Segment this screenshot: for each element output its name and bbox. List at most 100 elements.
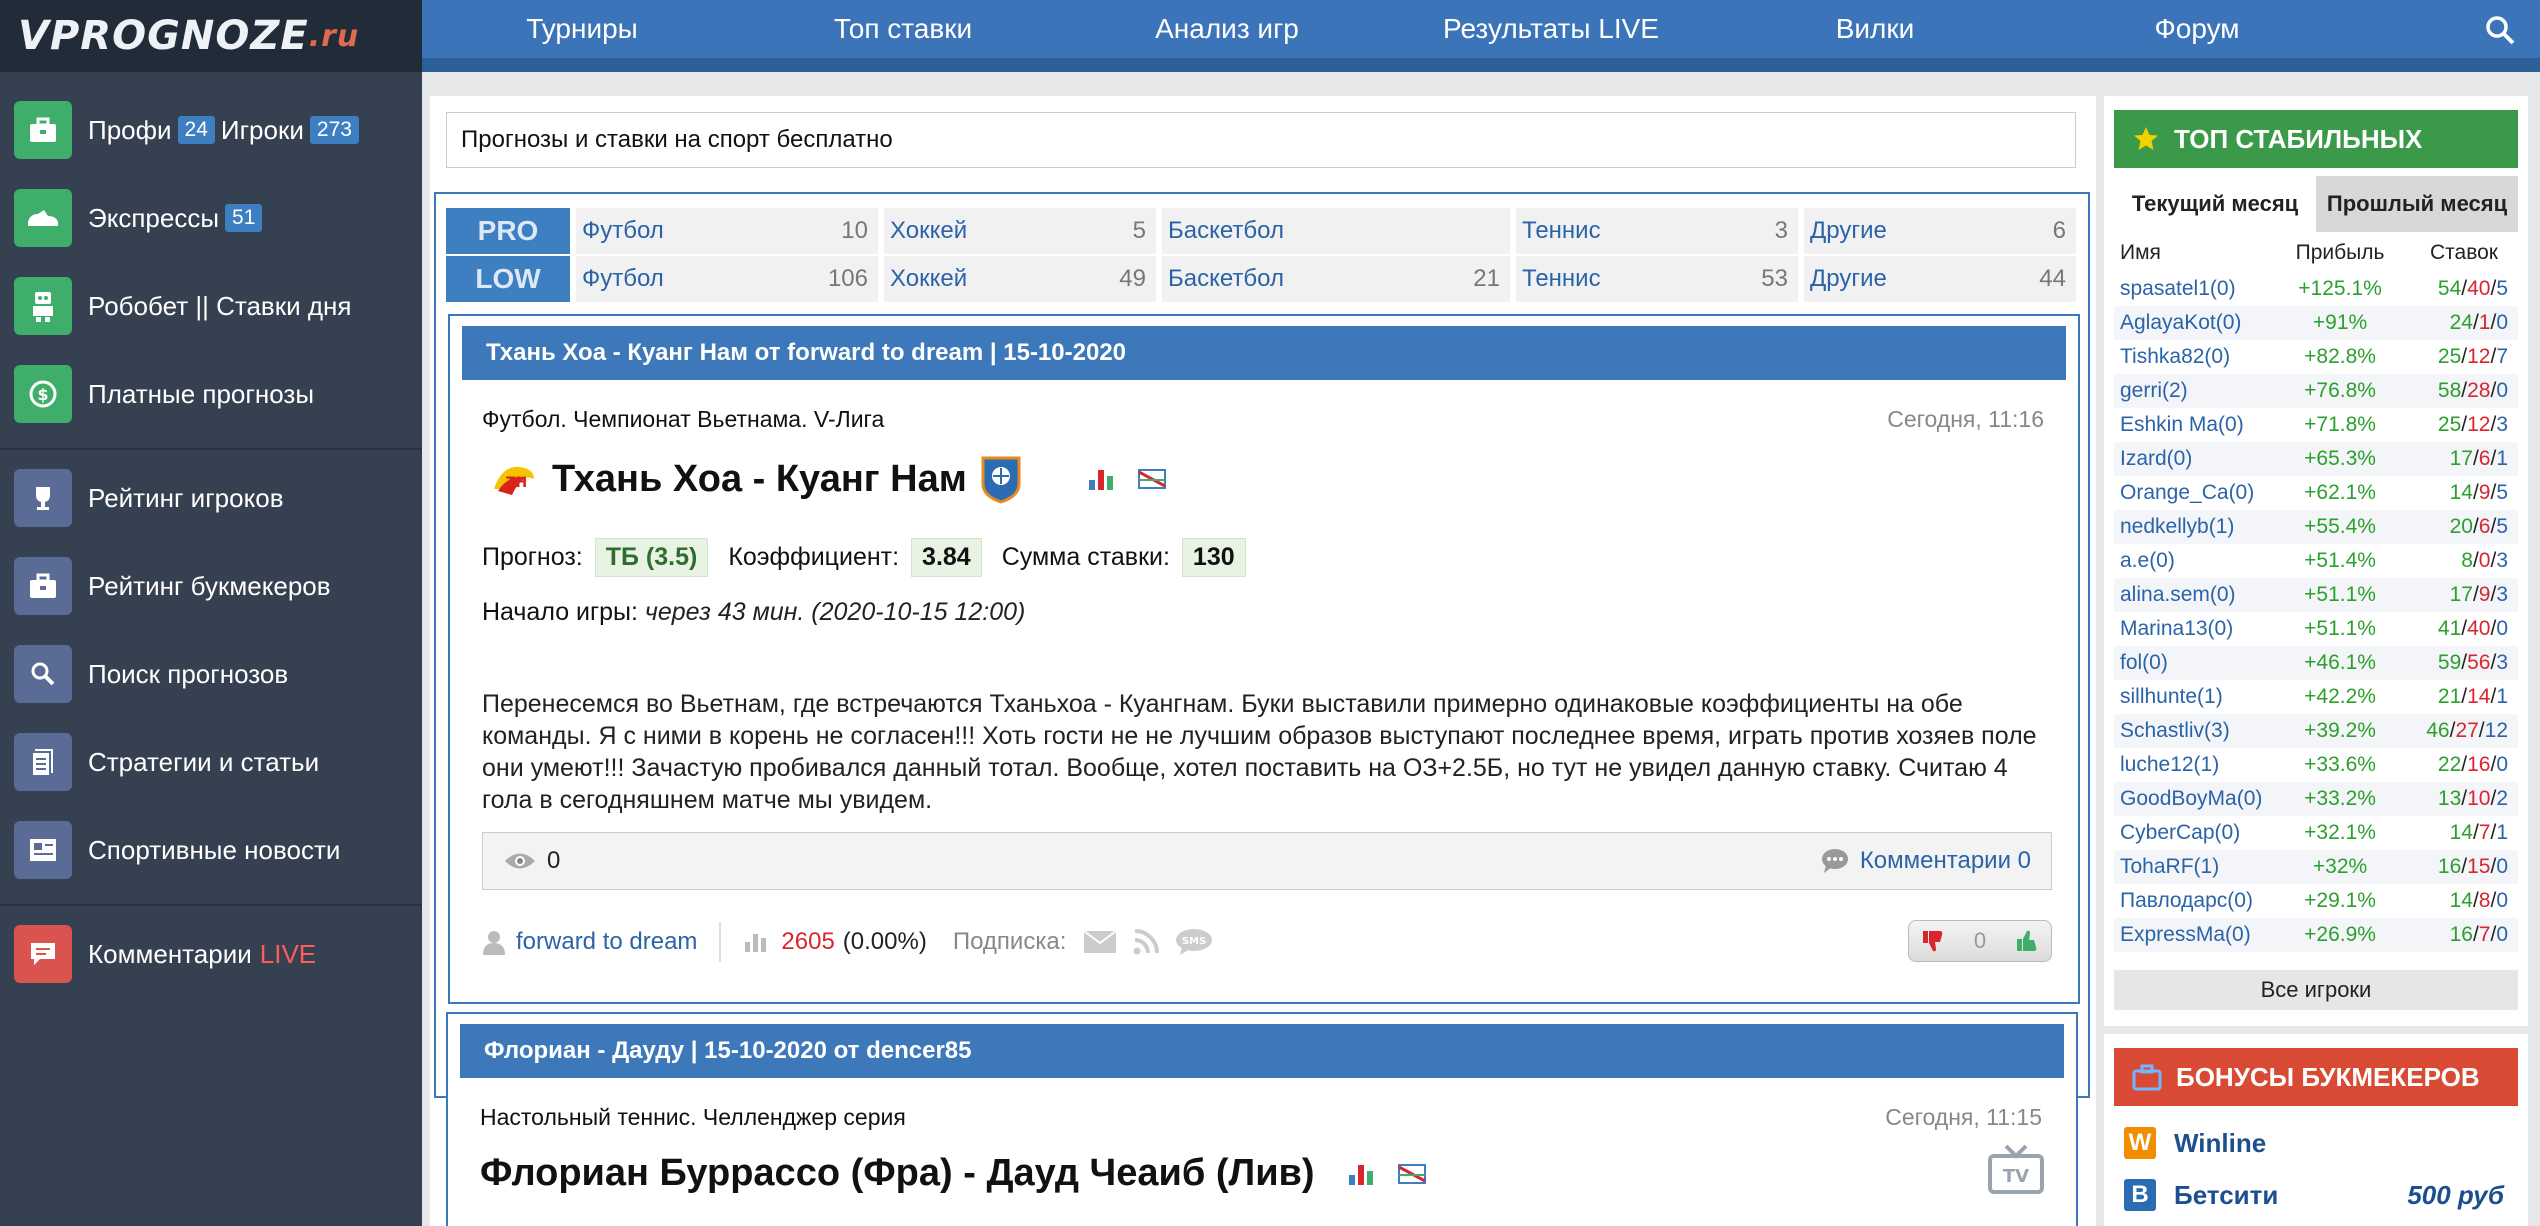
player-bets: 22/16/0 (2437, 753, 2508, 776)
player-name[interactable]: luche12(1) (2114, 748, 2282, 782)
nav-top-bets[interactable]: Топ ставки (742, 13, 1064, 45)
bets-returned: 3 (2496, 549, 2508, 572)
table-row: alina.sem(0) +51.1% 17/9/3 (2114, 578, 2518, 612)
category-cell[interactable]: Другие 44 (1804, 256, 2076, 302)
nav-forks[interactable]: Вилки (1712, 13, 2038, 45)
sidebar-item-search[interactable]: Поиск прогнозов (0, 630, 422, 718)
sidebar-item-bookmaker-rating[interactable]: Рейтинг букмекеров (0, 542, 422, 630)
player-name[interactable]: Marina13(0) (2114, 612, 2282, 646)
category-cell[interactable]: Баскетбол 21 (1162, 256, 1510, 302)
nav-tournaments[interactable]: Турниры (422, 13, 742, 45)
prediction-title[interactable]: Флориан Буррассо (Фра) - Дауд Чеаиб (Лив… (480, 1152, 1427, 1195)
player-name[interactable]: nedkellyb(1) (2114, 510, 2282, 544)
category-label-pro[interactable]: PRO (446, 208, 570, 254)
category-count: 49 (1119, 265, 1146, 292)
sidebar-item-player-rating[interactable]: Рейтинг игроков (0, 454, 422, 542)
player-name[interactable]: alina.sem(0) (2114, 578, 2282, 612)
sidebar-item-express[interactable]: Экспрессы 51 (0, 174, 422, 262)
bets-lost: 40 (2467, 277, 2491, 300)
table-row: Schastliv(3) +39.2% 46/27/12 (2114, 714, 2518, 748)
player-name[interactable]: spasatel1(0) (2114, 272, 2282, 306)
player-name[interactable]: gerri(2) (2114, 374, 2282, 408)
tab-past-month[interactable]: Прошлый месяц (2316, 176, 2518, 232)
site-logo[interactable]: VPROGNOZE .ru (0, 0, 422, 72)
category-cell[interactable]: Хоккей 49 (884, 256, 1156, 302)
nav-live-results[interactable]: Результаты LIVE (1390, 13, 1712, 45)
bets-won: 22 (2437, 753, 2462, 776)
sidebar-item-profi[interactable]: Профи 24 Игроки 273 (0, 86, 422, 174)
bets-won: 54 (2437, 277, 2462, 300)
category-cell[interactable]: Другие 6 (1804, 208, 2076, 254)
player-name[interactable]: Eshkin Ma(0) (2114, 408, 2282, 442)
sidebar-item-paid[interactable]: $ Платные прогнозы (0, 350, 422, 438)
forecast-label: Прогноз: (482, 543, 583, 571)
category-name: Футбол (582, 265, 664, 292)
player-name[interactable]: sillhunte(1) (2114, 680, 2282, 714)
stake-label: Сумма ставки: (1001, 543, 1170, 571)
player-name[interactable]: Orange_Ca(0) (2114, 476, 2282, 510)
tv-icon[interactable]: TV (1986, 1144, 2046, 1196)
category-cell[interactable]: Хоккей 5 (884, 208, 1156, 254)
player-bets: 25/12/7 (2437, 345, 2508, 368)
player-name[interactable]: Izard(0) (2114, 442, 2282, 476)
all-players-button[interactable]: Все игроки (2114, 970, 2518, 1010)
bar-chart-icon[interactable] (1347, 1161, 1377, 1187)
category-cell[interactable]: Теннис 53 (1516, 256, 1798, 302)
table-row: TohaRF(1) +32% 16/15/0 (2114, 850, 2518, 884)
star-icon (2134, 127, 2158, 150)
sidebar-item-strategies[interactable]: Стратегии и статьи (0, 718, 422, 806)
sidebar-item-label: Платные прогнозы (88, 378, 315, 409)
nav-forum[interactable]: Форум (2038, 13, 2356, 45)
prediction-header[interactable]: Флориан - Дауду | 15-10-2020 от dencer85 (460, 1024, 2064, 1078)
player-name[interactable]: a.e(0) (2114, 544, 2282, 578)
category-cell[interactable]: Футбол 10 (576, 208, 878, 254)
prediction-header[interactable]: Тхань Хоа - Куанг Нам от forward to drea… (462, 326, 2066, 380)
views-count: 0 (547, 847, 561, 874)
category-cell[interactable]: Теннис 3 (1516, 208, 1798, 254)
bets-lost: 7 (2478, 821, 2491, 844)
sidebar-item-robobet[interactable]: Робобет || Ставки дня (0, 262, 422, 350)
sidebar-item-comments-live[interactable]: Комментарии LIVE (0, 910, 422, 998)
bets-won: 25 (2437, 413, 2462, 436)
player-name[interactable]: ExpressMa(0) (2114, 918, 2282, 952)
player-name[interactable]: Tishka82(0) (2114, 340, 2282, 374)
category-label-low[interactable]: LOW (446, 256, 570, 302)
player-name[interactable]: fol(0) (2114, 646, 2282, 680)
bonus-item-winline[interactable]: W Winline (2124, 1118, 2514, 1168)
nav-game-analysis[interactable]: Анализ игр (1064, 13, 1390, 45)
player-name[interactable]: CyberCap(0) (2114, 816, 2282, 850)
bets-lost: 27 (2455, 719, 2479, 742)
author-link[interactable]: forward to dream (516, 928, 697, 956)
bonus-item-betsiti[interactable]: B Бетсити 500 руб (2124, 1170, 2514, 1220)
search-icon[interactable] (2484, 14, 2516, 46)
player-name[interactable]: GoodBoyMa(0) (2114, 782, 2282, 816)
sidebar-item-news[interactable]: Спортивные новости (0, 806, 422, 894)
sms-icon[interactable]: SMS (1174, 927, 1214, 957)
vote-widget: 0 (1908, 920, 2052, 962)
email-icon[interactable] (1082, 929, 1118, 955)
rss-icon[interactable] (1132, 928, 1160, 956)
tab-current-month[interactable]: Текущий месяц (2114, 176, 2316, 232)
rating-value: 2605 (781, 928, 835, 955)
comments-link[interactable]: Комментарии 0 (1860, 847, 2031, 875)
bar-chart-icon[interactable] (1087, 466, 1117, 492)
thumbs-down-icon[interactable] (1921, 929, 1945, 953)
prediction-title[interactable]: TH Тхань Хоа - Куанг Нам (490, 454, 1167, 504)
live-label: LIVE (259, 938, 317, 969)
flag-icon[interactable] (1137, 466, 1167, 492)
player-name[interactable]: Schastliv(3) (2114, 714, 2282, 748)
player-bets: 59/56/3 (2398, 646, 2518, 680)
user-icon (482, 929, 506, 955)
flag-icon[interactable] (1397, 1161, 1427, 1187)
player-name[interactable]: AglayaKot(0) (2114, 306, 2282, 340)
category-count: 21 (1473, 265, 1500, 292)
eye-icon (503, 850, 537, 872)
category-name: Другие (1810, 217, 1887, 244)
prediction-time: Сегодня, 11:16 (1887, 406, 2044, 432)
category-cell[interactable]: Футбол 106 (576, 256, 878, 302)
player-name[interactable]: TohaRF(1) (2114, 850, 2282, 884)
category-cell[interactable]: Баскетбол (1162, 208, 1510, 254)
thumbs-up-icon[interactable] (2015, 929, 2039, 953)
table-row: sillhunte(1) +42.2% 21/14/1 (2114, 680, 2518, 714)
player-name[interactable]: Павлодарс(0) (2114, 884, 2282, 918)
